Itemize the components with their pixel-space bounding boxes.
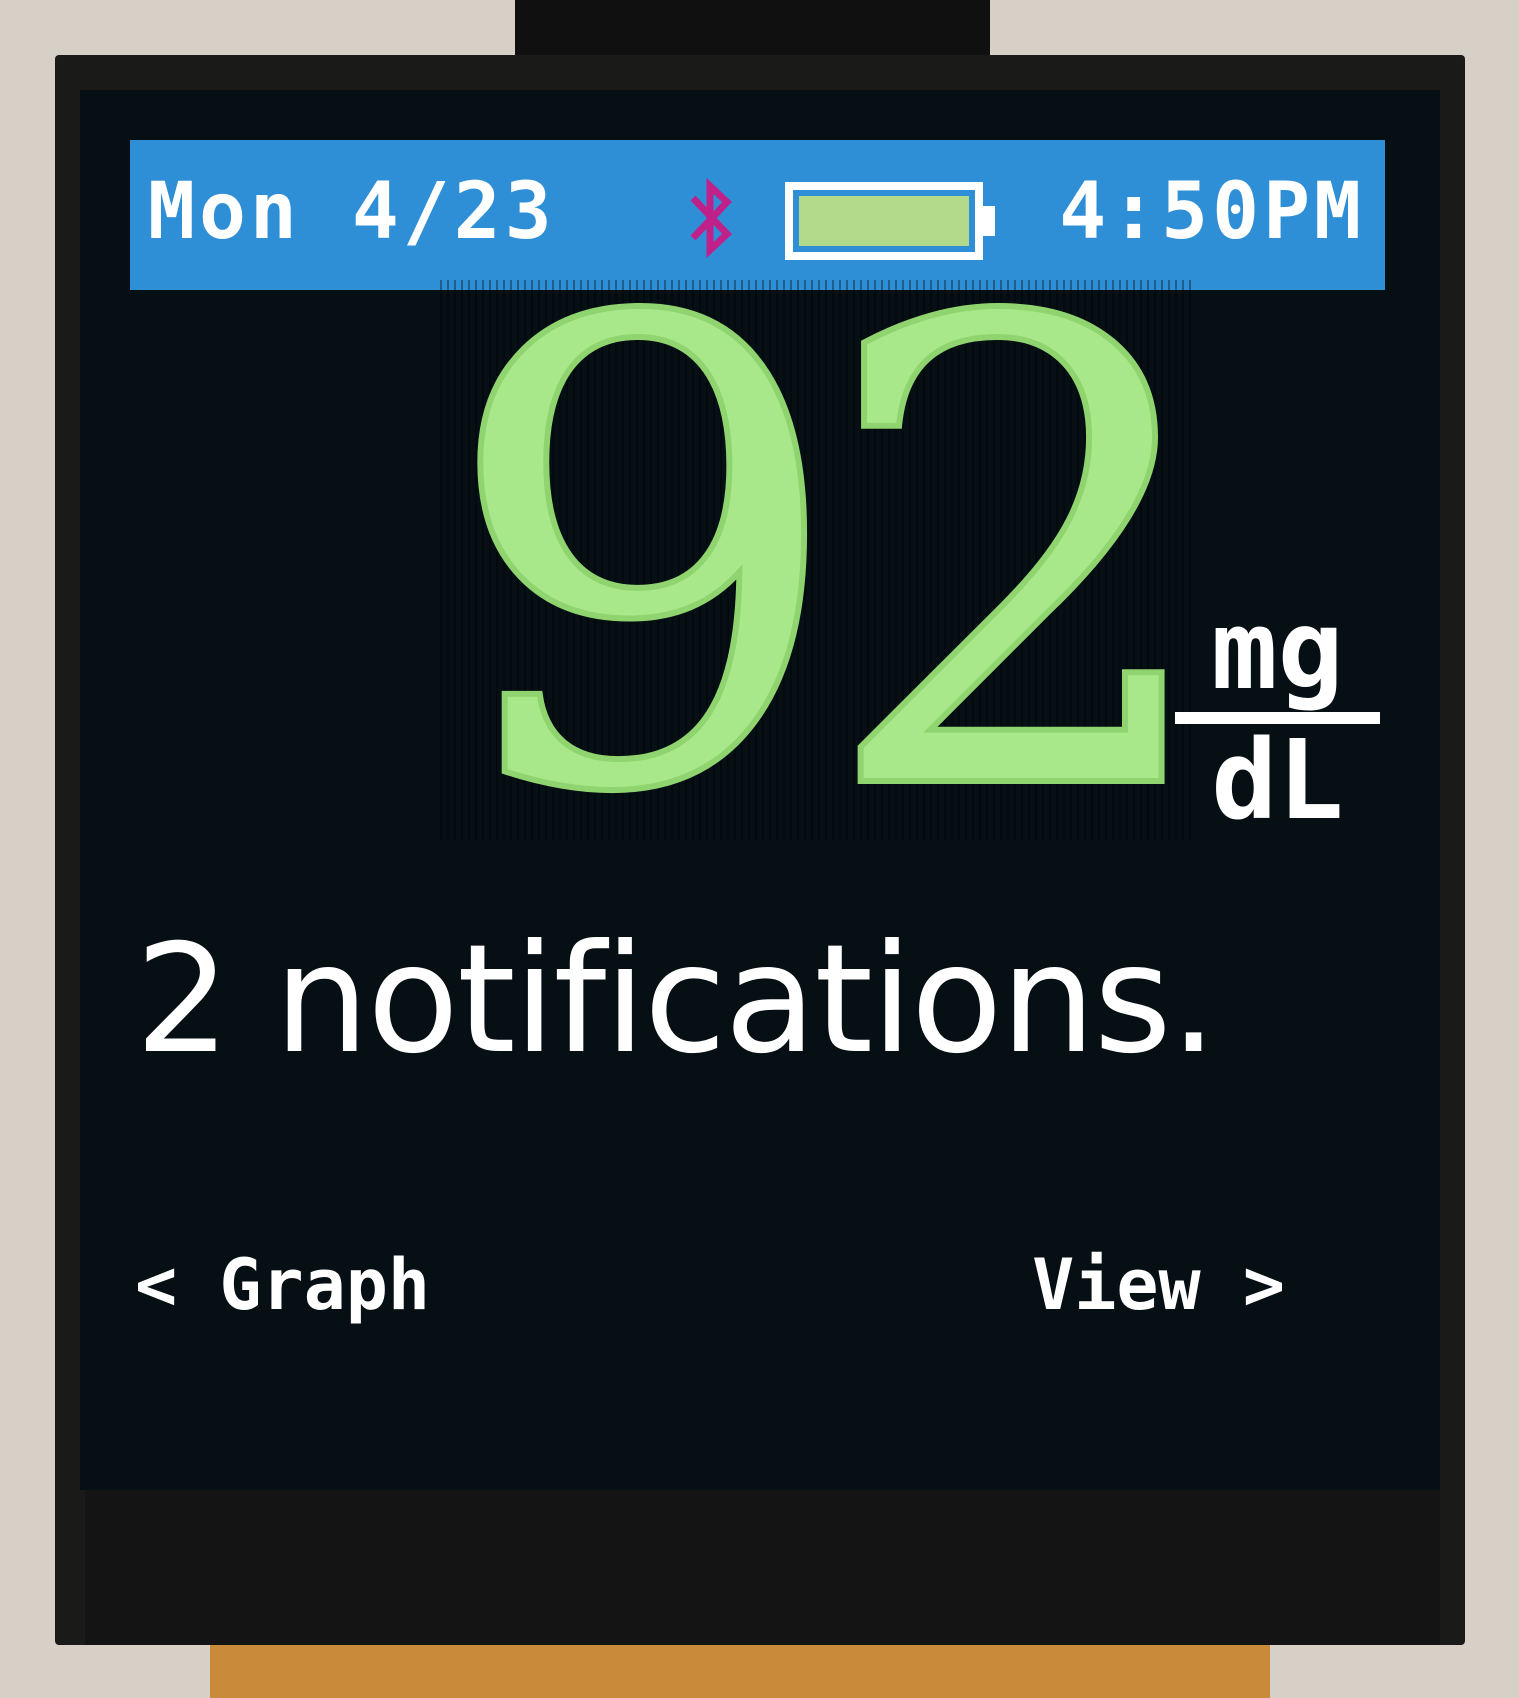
device-bottom-strip: [210, 1642, 1270, 1698]
device-top-connector: [515, 0, 990, 60]
unit-denominator: dL: [1211, 716, 1344, 844]
unit-numerator: mg: [1211, 586, 1344, 714]
view-nav-button[interactable]: View >: [1032, 1240, 1285, 1330]
graph-nav-button[interactable]: < Graph: [135, 1240, 430, 1330]
chevron-right-icon: >: [1242, 1244, 1285, 1326]
graph-nav-label: Graph: [219, 1244, 431, 1326]
notifications-count: 2 notifications.: [135, 913, 1217, 1087]
display-screen: Mon 4/23 4:50PM 92 mg dL 2 notifications…: [80, 90, 1440, 1490]
display-bottom-band: [85, 1490, 1440, 1645]
glucose-unit: mg dL: [1170, 586, 1385, 844]
glucose-reading: 92: [437, 187, 1227, 932]
chevron-left-icon: <: [135, 1244, 178, 1326]
view-nav-label: View: [1032, 1244, 1201, 1326]
